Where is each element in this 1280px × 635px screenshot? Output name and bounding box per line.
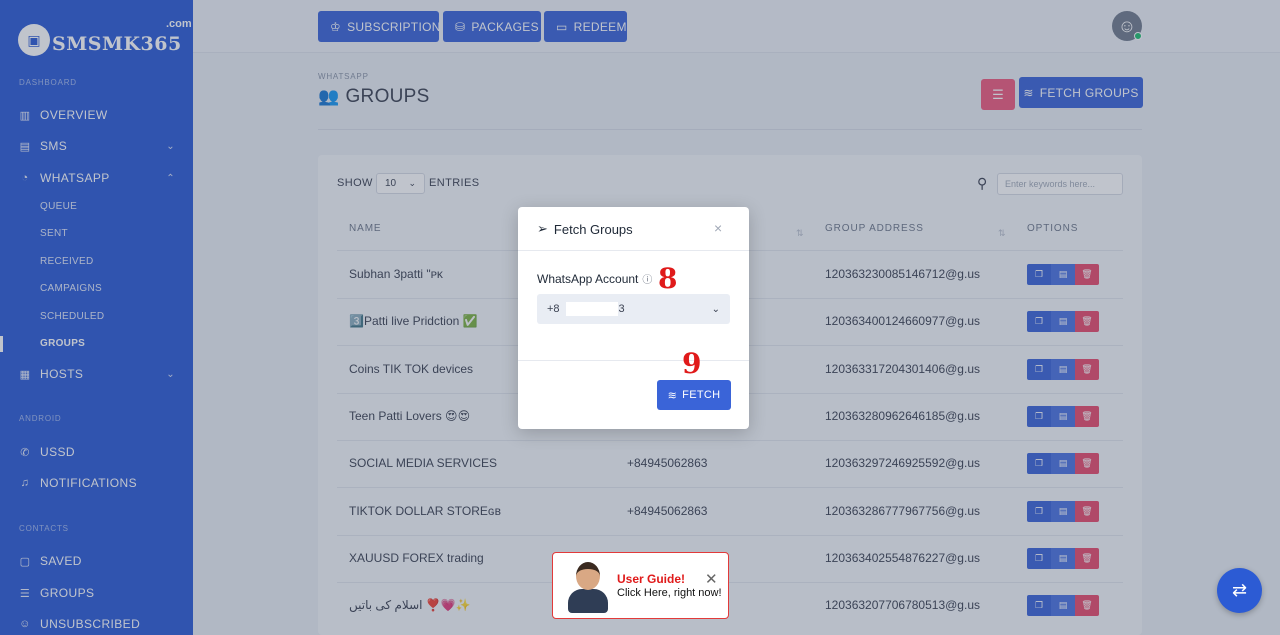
modal-divider	[518, 250, 749, 251]
redaction-mask	[565, 302, 618, 316]
user-guide-subtitle: Click Here, right now!	[617, 587, 722, 599]
send-icon: ➢	[537, 221, 548, 236]
whatsapp-account-select[interactable]: +8 3 ⌄	[537, 294, 730, 324]
layers-icon: ≋	[667, 389, 678, 402]
translate-icon: ⇄	[1231, 580, 1248, 600]
step-marker-8: 8	[658, 262, 678, 295]
chevron-down-icon: ⌄	[711, 303, 720, 315]
step-marker-9: 9	[682, 347, 702, 380]
fetch-button[interactable]: ≋ FETCH	[657, 380, 731, 410]
modal-divider	[518, 360, 749, 361]
fetch-groups-modal: ➢ Fetch Groups × WhatsApp Account ⓘ 8 +8…	[518, 207, 749, 429]
info-icon[interactable]: ⓘ	[642, 271, 652, 286]
user-guide-popup[interactable]: User Guide! Click Here, right now! ✕	[552, 552, 729, 619]
close-icon[interactable]: ✕	[705, 570, 718, 588]
modal-title: ➢ Fetch Groups	[537, 221, 633, 237]
user-guide-title: User Guide!	[617, 572, 686, 586]
close-icon[interactable]: ×	[714, 220, 722, 236]
translate-button[interactable]: ⇄	[1217, 568, 1262, 613]
support-agent-image	[563, 559, 613, 615]
whatsapp-account-label: WhatsApp Account ⓘ	[537, 271, 653, 287]
